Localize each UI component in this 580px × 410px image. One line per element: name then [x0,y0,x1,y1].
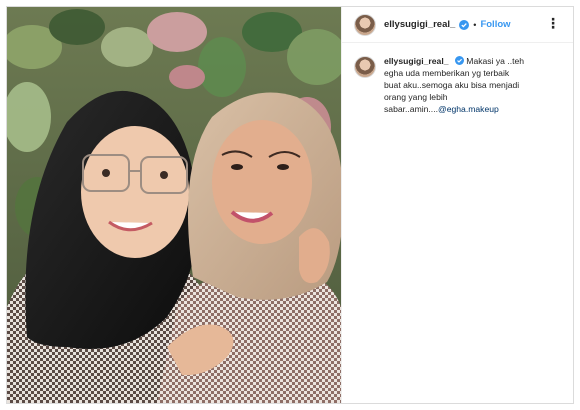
photo-illustration [7,7,341,403]
post-header: ellysugigi_real_ • Follow ⋮ [342,7,573,43]
header-separator: • [473,19,477,30]
post-photo[interactable] [7,7,341,403]
follow-button[interactable]: Follow [480,19,510,30]
caption-mention-link[interactable]: @egha.makeup [438,104,499,114]
author-username[interactable]: ellysugigi_real_ [384,19,455,30]
caption-avatar[interactable] [354,56,376,78]
more-options-icon[interactable]: ⋮ [546,16,561,30]
author-avatar[interactable] [354,13,376,36]
post-sidebar: ellysugigi_real_ • Follow ⋮ ellysugigi_r… [341,7,573,403]
verified-badge-icon [454,56,464,65]
caption-body: ellysugigi_real_ Makasi ya ..teh egha ud… [384,55,554,115]
caption-comment: ellysugigi_real_ Makasi ya ..teh egha ud… [342,43,573,115]
caption-username[interactable]: ellysugigi_real_ [384,56,449,66]
verified-badge-icon [459,19,470,30]
instagram-post-frame: ellysugigi_real_ • Follow ⋮ ellysugigi_r… [6,6,574,404]
